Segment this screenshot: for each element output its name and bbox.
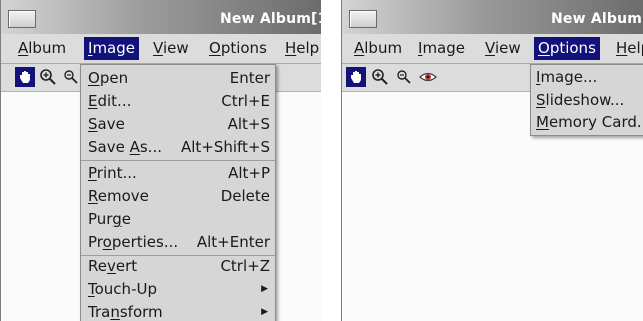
menu-item-touch-up[interactable]: Touch-Up ▶ [81, 278, 275, 301]
hand-icon[interactable] [346, 67, 366, 87]
album-window-options-menu: New Album Album Image View Options Help … [341, 0, 643, 321]
title-bar[interactable]: New Album[1 [1, 0, 321, 34]
zoom-in-icon[interactable] [370, 67, 390, 87]
menu-separator [81, 160, 275, 161]
menu-item-purge[interactable]: Purge [81, 208, 275, 231]
submenu-arrow-icon: ▶ [261, 284, 268, 294]
window-menu-button[interactable] [8, 10, 36, 28]
menu-help[interactable]: Help [281, 37, 321, 60]
eye-icon[interactable] [418, 67, 438, 87]
menu-help[interactable]: Help [612, 37, 643, 60]
menu-item-revert[interactable]: Revert Ctrl+Z [81, 255, 275, 278]
zoom-out-icon[interactable] [61, 67, 81, 87]
menu-view[interactable]: View [481, 37, 525, 60]
menu-view[interactable]: View [149, 37, 193, 60]
menu-item-memory-card[interactable]: Memory Card... [531, 111, 643, 134]
menu-item-open[interactable]: Open Enter [81, 67, 275, 90]
menu-options[interactable]: Options [534, 37, 600, 60]
menu-item-slideshow[interactable]: Slideshow... [531, 89, 643, 112]
submenu-arrow-icon: ▶ [261, 307, 268, 317]
menu-album[interactable]: Album [350, 37, 406, 60]
image-menu-dropdown: Open Enter Edit... Ctrl+E Save Alt+S Save A… [80, 64, 276, 321]
options-menu-dropdown: Image... Slideshow... Memory Card... [530, 64, 643, 136]
zoom-in-icon[interactable] [38, 67, 58, 87]
menu-item-save-as[interactable]: Save As... Alt+Shift+S [81, 136, 275, 159]
menu-options[interactable]: Options [205, 37, 271, 60]
window-title: New Album[1 [220, 11, 321, 27]
title-bar[interactable]: New Album [342, 0, 643, 34]
menu-item-remove[interactable]: Remove Delete [81, 185, 275, 208]
menu-item-save[interactable]: Save Alt+S [81, 113, 275, 136]
zoom-out-icon[interactable] [394, 67, 414, 87]
window-title: New Album [551, 11, 643, 27]
menu-item-print[interactable]: Print... Alt+P [81, 162, 275, 185]
menu-item-properties[interactable]: Properties... Alt+Enter [81, 231, 275, 254]
menu-item-edit[interactable]: Edit... Ctrl+E [81, 90, 275, 113]
hand-icon[interactable] [15, 67, 35, 87]
album-window-image-menu: New Album[1 Album Image View Options Hel… [0, 0, 321, 321]
window-menu-button[interactable] [349, 10, 377, 28]
menu-bar: Album Image View Options Help [342, 34, 643, 64]
menu-item-transform[interactable]: Transform ▶ [81, 301, 275, 321]
menu-item-image-options[interactable]: Image... [531, 66, 643, 89]
menu-album[interactable]: Album [14, 37, 70, 60]
menu-image[interactable]: Image [84, 37, 139, 60]
menu-image[interactable]: Image [414, 37, 469, 60]
menu-bar: Album Image View Options Help [1, 34, 321, 64]
